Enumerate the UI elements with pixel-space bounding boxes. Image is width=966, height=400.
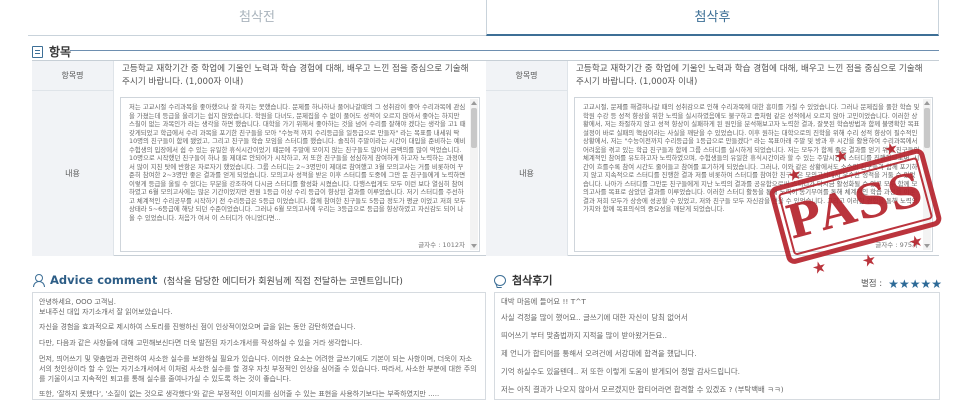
scroll-thumb[interactable] [471, 108, 477, 148]
question-text: 고등학교 재학기간 중 학업에 기울인 노력과 학습 경험에 대해, 배우고 느… [576, 64, 923, 87]
section-header: 항목 [32, 43, 71, 60]
rating-star-icon: ★ [888, 277, 899, 291]
rating-star-icon: ★ [898, 277, 910, 291]
section-divider [70, 50, 939, 51]
advice-paragraph: 안녕하세요, OOO 고객님. 보내주신 대입 자기소개서 잘 읽어보았습니다. [39, 298, 173, 316]
review-header: 첨삭후기 [494, 272, 552, 288]
review-line: 띄어쓰기 부터 맞춤법까지 지적을 많이 받아왔거든요.. [501, 331, 668, 340]
content-label: 내용 [486, 91, 568, 256]
advice-comment-box[interactable]: 안녕하세요, OOO 고객님. 보내주신 대입 자기소개서 잘 읽어보았습니다.… [32, 292, 486, 400]
rating-star-icon: ★ [931, 277, 942, 291]
review-line: 사실 걱정을 많이 했어요.. 글쓰기에 대한 자신이 당최 없어서 [501, 313, 688, 322]
scroll-up-arrow-icon[interactable] [471, 101, 477, 105]
tab-before-edit[interactable]: 첨삭전 [28, 0, 486, 36]
content-label: 내용 [32, 91, 114, 256]
rating-star-icon: ★ [909, 277, 921, 291]
question-label: 항목명 [32, 61, 114, 91]
document-icon [32, 45, 43, 58]
char-count: 글자수 : 1012자 [418, 241, 465, 249]
advice-paragraph: 먼저, 띄어쓰기 및 맞춤법과 관련하여 사소한 실수를 보완하실 필요가 있습… [39, 355, 477, 383]
rating: 별점 : ★★★★★ [861, 273, 942, 292]
section-title: 항목 [49, 45, 72, 59]
scrollbar[interactable] [470, 99, 478, 250]
review-line: 저는 아직 결과가 나오지 않아서 모르겠지만 합티어라면 합격할 수 있겠죠 … [501, 385, 784, 394]
question-label: 항목명 [486, 61, 568, 91]
content-textarea[interactable]: 저는 고교시절 수리과목을 좋아했으나 잘 하지는 못했습니다. 문제를 하나하… [120, 97, 480, 252]
advice-header: Advice comment (첨삭을 담당한 에디터가 회원님께 직접 전달하… [32, 272, 403, 288]
stamp-star-icon: ★ [831, 144, 851, 167]
review-title: 첨삭후기 [512, 274, 553, 287]
review-line: 제 언니가 합티어를 통해서 오려건에 서강대에 합격을 했답니다. [501, 349, 697, 358]
stamp-star-icon: ★ [906, 230, 926, 253]
review-line: 기억 하실수도 있을텐데.. 저 또한 이렇게 도움이 받게되어 정말 감사드립… [501, 367, 740, 376]
advice-paragraph: 또한, '잘하지 못했다', '소질이 없는 것으로 생각했다'와 같은 부정적… [39, 390, 440, 398]
item-table-before: 항목명 고등학교 재학기간 중 학업에 기울인 노력과 학습 경험에 대해, 배… [32, 60, 486, 256]
chat-bubble-icon [494, 274, 506, 286]
rating-star-icon: ★ [920, 277, 932, 291]
tab-bar: 첨삭전 첨삭후 [0, 0, 966, 36]
advice-subtitle: (첨삭을 담당한 에디터가 회원님께 직접 전달하는 코멘트입니다) [163, 276, 403, 287]
scroll-up-arrow-icon[interactable] [924, 101, 930, 105]
advice-title: Advice comment [50, 273, 158, 287]
rating-stars: ★★★★★ [888, 273, 942, 292]
person-icon [32, 274, 45, 287]
rating-label: 별점 : [860, 278, 883, 289]
stamp-star-icon: ★ [859, 249, 879, 272]
advice-paragraph: 자신을 경험을 효과적으로 제시하여 스토리를 진행하신 점이 인상적이었으며 … [39, 323, 356, 331]
scroll-down-arrow-icon[interactable] [471, 244, 477, 248]
content-text: 저는 고교시절 수리과목을 좋아했으나 잘 하지는 못했습니다. 문제를 하나하… [129, 103, 466, 222]
review-line: 대박 마음에 들어요 !! T^T [501, 297, 586, 306]
review-box[interactable]: 대박 마음에 들어요 !! T^T 사실 걱정을 많이 했어요.. 글쓰기에 대… [494, 292, 940, 400]
advice-paragraph: 다만, 다음과 같은 사항들에 대해 고민해보신다면 더욱 발전된 자기소개서를… [39, 339, 363, 347]
stamp-star-icon: ★ [809, 256, 829, 279]
question-text: 고등학교 재학기간 중 학업에 기울인 노력과 학습 경험에 대해, 배우고 느… [122, 64, 469, 87]
tab-after-edit[interactable]: 첨삭후 [486, 0, 939, 36]
